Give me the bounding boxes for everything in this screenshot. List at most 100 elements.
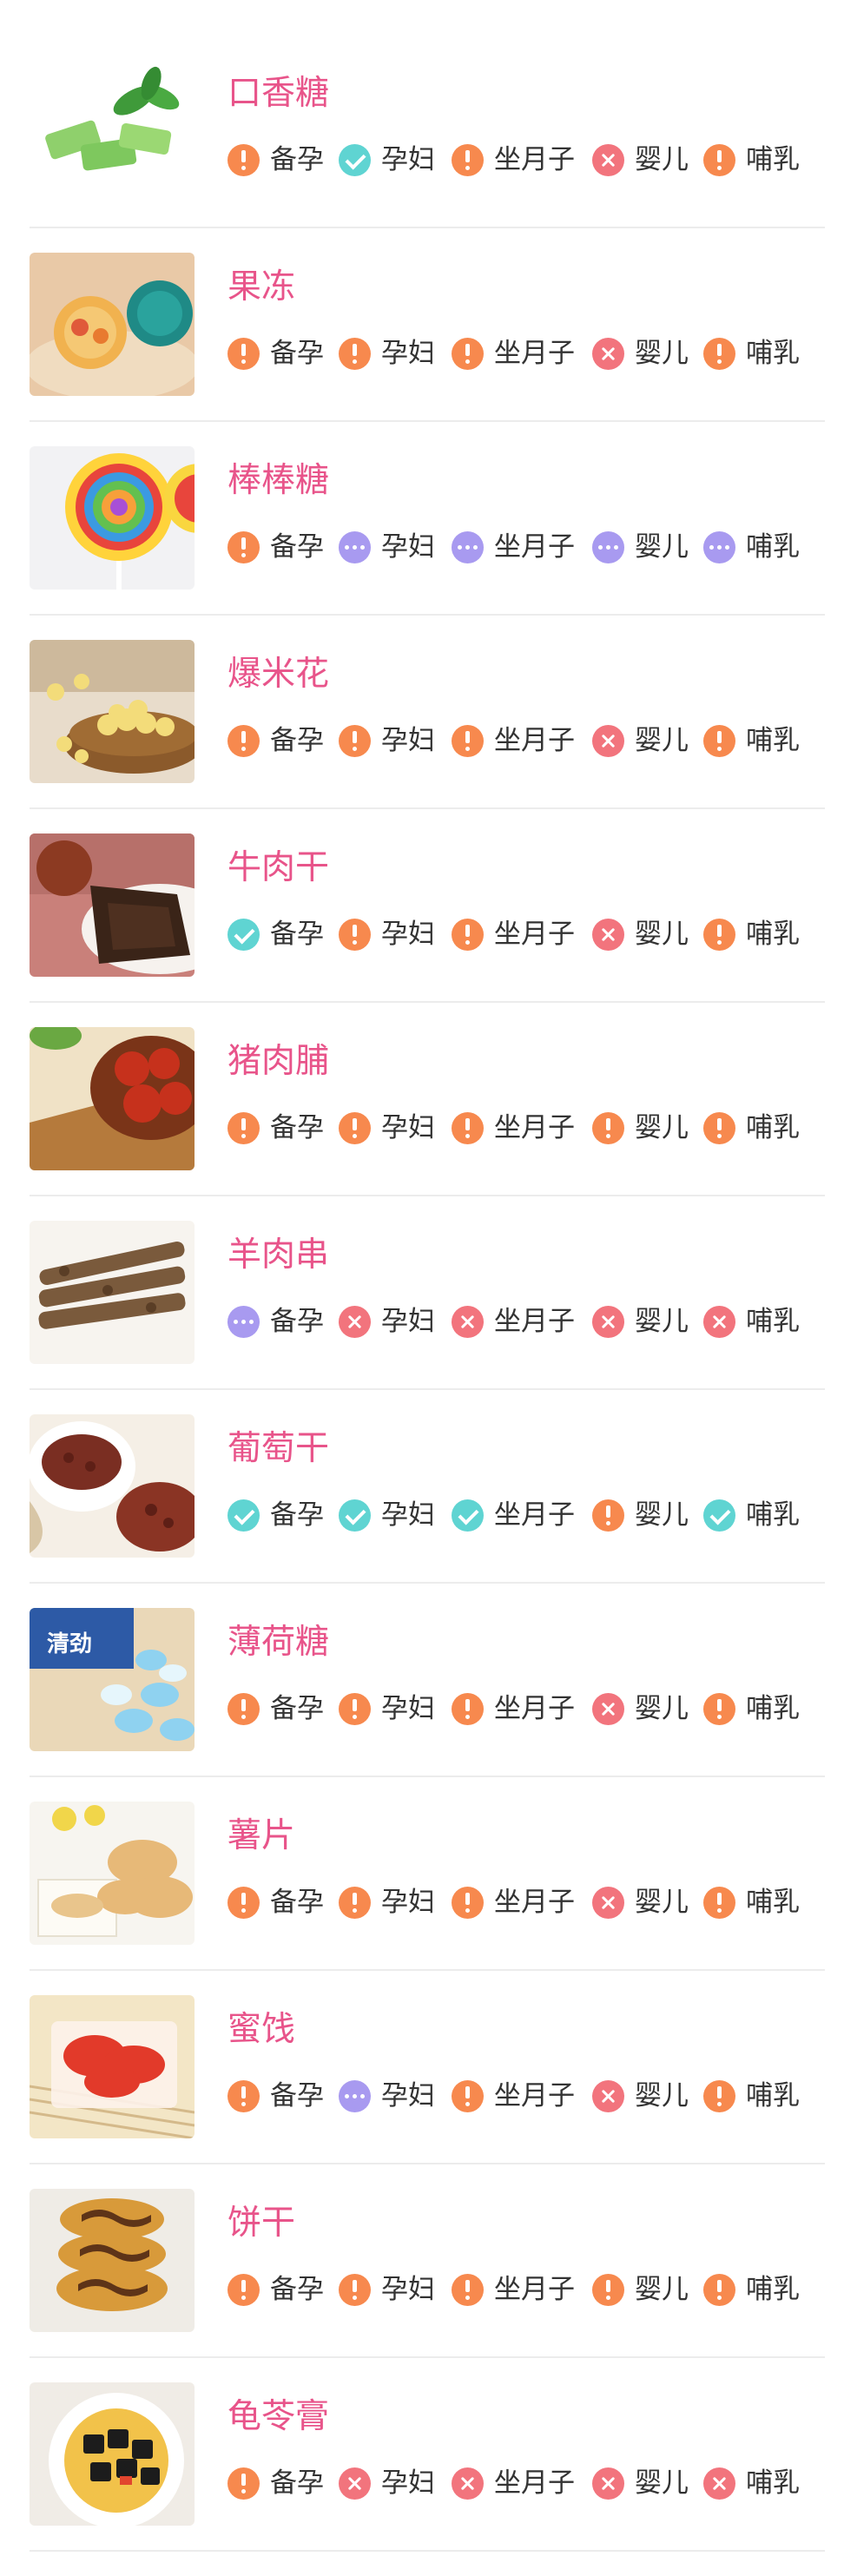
status-label: 备孕	[270, 2080, 324, 2112]
check-icon	[227, 1499, 260, 1532]
food-row[interactable]: 龟苓膏 备孕 孕妇 坐月子 婴儿 哺乳	[30, 2358, 825, 2552]
exclamation-icon	[452, 1692, 484, 1725]
status-label: 哺乳	[746, 531, 800, 563]
status-label: 孕妇	[381, 2274, 435, 2305]
cross-icon	[452, 1305, 484, 1338]
exclamation-icon	[339, 1692, 371, 1725]
check-icon	[703, 1499, 735, 1532]
status-tags: 备孕 孕妇 坐月子 婴儿 哺乳	[227, 1110, 823, 1145]
status-label: 哺乳	[746, 338, 800, 369]
status-label: 哺乳	[746, 2274, 800, 2305]
food-row[interactable]: 蜜饯 备孕 孕妇 坐月子 婴儿 哺乳	[30, 1971, 825, 2164]
status-tag: 坐月子	[452, 2079, 575, 2113]
food-name: 猪肉脯	[227, 1042, 330, 1081]
exclamation-icon	[452, 918, 484, 951]
cross-icon	[592, 2079, 624, 2112]
food-name: 薄荷糖	[227, 1623, 330, 1662]
lamb-kebab-thumbnail	[30, 1221, 195, 1364]
cross-icon	[592, 1305, 624, 1338]
status-label: 婴儿	[635, 2467, 689, 2499]
food-name: 棒棒糖	[227, 461, 330, 500]
status-tag: 孕妇	[339, 1110, 435, 1145]
status-label: 孕妇	[381, 1693, 435, 1724]
status-label: 哺乳	[746, 725, 800, 756]
exclamation-icon	[452, 143, 484, 176]
food-name: 爆米花	[227, 655, 330, 694]
status-tags: 备孕 孕妇 坐月子 婴儿 哺乳	[227, 1304, 823, 1339]
status-tag: 坐月子	[452, 1885, 575, 1920]
status-tag: 婴儿	[592, 1498, 689, 1532]
status-tag: 婴儿	[592, 1885, 689, 1920]
status-tag: 孕妇	[339, 1304, 435, 1339]
status-tag: 哺乳	[703, 142, 800, 177]
status-tag: 孕妇	[339, 142, 435, 177]
status-tag: 孕妇	[339, 2079, 435, 2113]
food-row[interactable]: 清劲 薄荷糖 备孕 孕妇 坐月子 婴儿 哺乳	[30, 1584, 825, 1777]
status-label: 婴儿	[635, 2274, 689, 2305]
food-row[interactable]: 猪肉脯 备孕 孕妇 坐月子 婴儿 哺乳	[30, 1003, 825, 1196]
food-name: 果冻	[227, 267, 296, 306]
status-label: 婴儿	[635, 1306, 689, 1337]
svg-text:清劲: 清劲	[47, 1631, 92, 1657]
food-row[interactable]: 爆米花 备孕 孕妇 坐月子 婴儿 哺乳	[30, 616, 825, 809]
status-tags: 备孕 孕妇 坐月子 婴儿 哺乳	[227, 530, 823, 564]
mint-candy-thumbnail: 清劲	[30, 1608, 195, 1751]
status-tag: 孕妇	[339, 723, 435, 758]
food-row[interactable]: 口香糖 备孕 孕妇 坐月子 婴儿 哺乳	[30, 35, 825, 228]
herbal-jelly-thumbnail	[30, 2382, 195, 2526]
exclamation-icon	[227, 2273, 260, 2306]
food-row[interactable]: 棒棒糖 备孕 孕妇 坐月子 婴儿 哺乳	[30, 422, 825, 616]
exclamation-icon	[703, 1886, 735, 1919]
status-tag: 备孕	[227, 1691, 324, 1726]
status-label: 婴儿	[635, 338, 689, 369]
check-icon	[227, 918, 260, 951]
status-tag: 婴儿	[592, 1304, 689, 1339]
status-tag: 婴儿	[592, 2079, 689, 2113]
status-tags: 备孕 孕妇 坐月子 婴儿 哺乳	[227, 917, 823, 952]
status-tag: 哺乳	[703, 1110, 800, 1145]
food-row[interactable]: 葡萄干 备孕 孕妇 坐月子 婴儿 哺乳	[30, 1390, 825, 1584]
lollipop-thumbnail	[30, 446, 195, 590]
cross-icon	[339, 1305, 371, 1338]
status-tag: 坐月子	[452, 1110, 575, 1145]
cross-icon	[592, 143, 624, 176]
status-tags: 备孕 孕妇 坐月子 婴儿 哺乳	[227, 336, 823, 371]
status-label: 备孕	[270, 2467, 324, 2499]
status-label: 坐月子	[494, 1306, 575, 1337]
food-row[interactable]: 饼干 备孕 孕妇 坐月子 婴儿 哺乳	[30, 2164, 825, 2358]
food-name: 蜜饯	[227, 2010, 296, 2049]
exclamation-icon	[703, 143, 735, 176]
status-label: 坐月子	[494, 1112, 575, 1143]
food-row[interactable]: 牛肉干 备孕 孕妇 坐月子 婴儿 哺乳	[30, 809, 825, 1003]
status-tag: 哺乳	[703, 723, 800, 758]
status-tag: 孕妇	[339, 2466, 435, 2500]
status-tag: 备孕	[227, 1885, 324, 1920]
exclamation-icon	[703, 2273, 735, 2306]
status-tag: 备孕	[227, 2272, 324, 2307]
food-row[interactable]: 薯片 备孕 孕妇 坐月子 婴儿 哺乳	[30, 1777, 825, 1971]
check-icon	[339, 143, 371, 176]
food-row[interactable]: 果冻 备孕 孕妇 坐月子 婴儿 哺乳	[30, 228, 825, 422]
status-tag: 坐月子	[452, 2272, 575, 2307]
status-tags: 备孕 孕妇 坐月子 婴儿 哺乳	[227, 2079, 823, 2113]
status-label: 婴儿	[635, 2080, 689, 2112]
status-tags: 备孕 孕妇 坐月子 婴儿 哺乳	[227, 1691, 823, 1726]
status-label: 坐月子	[494, 2274, 575, 2305]
food-row[interactable]: 羊肉串 备孕 孕妇 坐月子 婴儿 哺乳	[30, 1196, 825, 1390]
status-tag: 哺乳	[703, 336, 800, 371]
status-label: 孕妇	[381, 1306, 435, 1337]
status-label: 备孕	[270, 531, 324, 563]
status-label: 坐月子	[494, 2080, 575, 2112]
ellipsis-icon	[227, 1305, 260, 1338]
status-tag: 哺乳	[703, 1498, 800, 1532]
exclamation-icon	[227, 143, 260, 176]
ellipsis-icon	[592, 530, 624, 563]
food-name: 葡萄干	[227, 1429, 330, 1468]
status-label: 哺乳	[746, 2080, 800, 2112]
status-tag: 哺乳	[703, 2466, 800, 2500]
cross-icon	[592, 918, 624, 951]
status-tag: 哺乳	[703, 530, 800, 564]
ellipsis-icon	[339, 2079, 371, 2112]
status-label: 备孕	[270, 1499, 324, 1531]
status-tag: 备孕	[227, 2079, 324, 2113]
